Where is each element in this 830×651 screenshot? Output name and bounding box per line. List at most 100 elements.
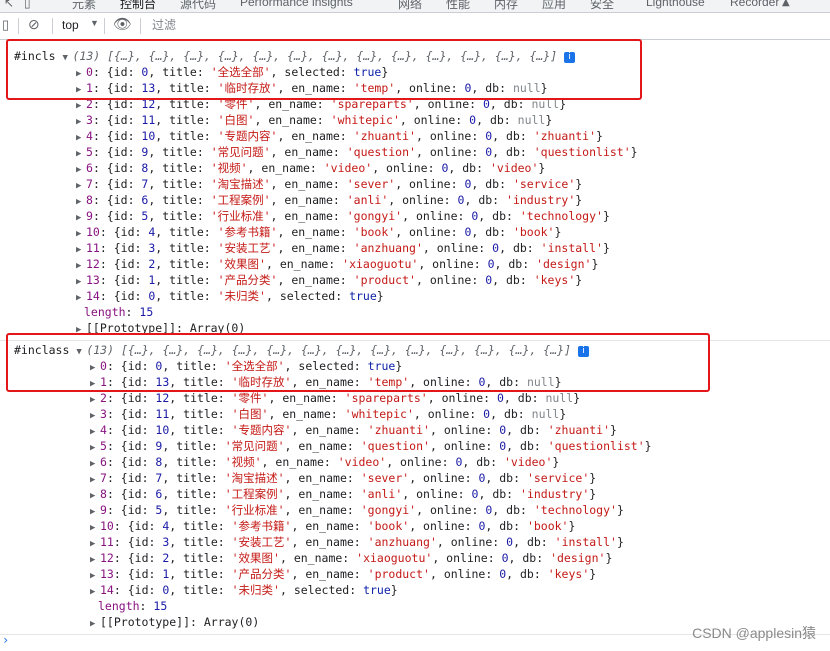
array-item-row[interactable]: ▶ 12: {id: 2, title: '效果图', en_name: 'xia… xyxy=(76,256,598,272)
highlight-box-inclass xyxy=(6,333,710,392)
array-item-row[interactable]: ▶ 9: {id: 5, title: '行业标准', en_name: 'gon… xyxy=(76,208,610,224)
value-online: 0 xyxy=(496,391,504,405)
value-online: 0 xyxy=(478,471,486,485)
prototype-row[interactable]: ▶ [[Prototype]]: Array(0) xyxy=(90,614,259,630)
array-item-row[interactable]: ▶ 5: {id: 9, title: '常见问题', en_name: 'que… xyxy=(76,144,638,160)
item-index: 5 xyxy=(86,145,93,159)
console-prompt-icon[interactable]: › xyxy=(2,633,9,647)
value-title: '常见问题' xyxy=(224,439,285,453)
value-id: 8 xyxy=(141,161,149,175)
array-item-row[interactable]: ▶ 7: {id: 7, title: '淘宝描述', en_name: 'sev… xyxy=(76,176,582,192)
value-db: 'service' xyxy=(512,177,576,191)
array-item-row[interactable]: ▶ 10: {id: 4, title: '参考书籍', en_name: 'bo… xyxy=(90,518,575,534)
array-item-row[interactable]: ▶ 9: {id: 5, title: '行业标准', en_name: 'gon… xyxy=(90,502,624,518)
array-item-row[interactable]: ▶ 11: {id: 3, title: '安装工艺', en_name: 'an… xyxy=(76,240,610,256)
sidebar-toggle-icon[interactable]: ▯ xyxy=(2,17,9,33)
value-title: '淘宝描述' xyxy=(224,471,285,485)
tab-security[interactable]: 安全 xyxy=(590,0,614,12)
item-index: 6 xyxy=(100,455,107,469)
array-item-row[interactable]: ▶ 11: {id: 3, title: '安装工艺', en_name: 'an… xyxy=(90,534,624,550)
item-index: 7 xyxy=(100,471,107,485)
value-id: 0 xyxy=(148,289,156,303)
array-length-row: length: 15 xyxy=(98,599,168,613)
array-item-row[interactable]: ▶ 13: {id: 1, title: '产品分类', en_name: 'pr… xyxy=(90,566,596,582)
chevron-down-icon[interactable]: ▼ xyxy=(90,18,99,28)
tab-performance[interactable]: 性能 xyxy=(446,0,470,12)
value-en_name: 'question' xyxy=(346,145,416,159)
array-item-row[interactable]: ▶ 4: {id: 10, title: '专题内容', en_name: 'zh… xyxy=(90,422,617,438)
tab-lighthouse[interactable]: Lighthouse xyxy=(646,0,705,9)
item-index: 11 xyxy=(86,241,100,255)
tab-network[interactable]: 网络 xyxy=(398,0,422,12)
length-value: 15 xyxy=(139,305,154,319)
collapse-triangle-icon[interactable]: ▶ xyxy=(90,616,100,632)
value-online: 0 xyxy=(485,129,493,143)
value-title: '专题内容' xyxy=(231,423,292,437)
value-title: '效果图' xyxy=(231,551,280,565)
array-item-row[interactable]: ▶ 2: {id: 12, title: '零件', en_name: 'spar… xyxy=(90,390,580,406)
value-db: 'video' xyxy=(489,161,539,175)
array-item-row[interactable]: ▶ 12: {id: 2, title: '效果图', en_name: 'xia… xyxy=(90,550,612,566)
tab-sources[interactable]: 源代码 xyxy=(180,0,216,12)
array-item-row[interactable]: ▶ 7: {id: 7, title: '淘宝描述', en_name: 'sev… xyxy=(90,470,596,486)
value-db: 'industry' xyxy=(506,193,576,207)
array-item-row[interactable]: ▶ 4: {id: 10, title: '专题内容', en_name: 'zh… xyxy=(76,128,603,144)
value-title: '零件' xyxy=(231,391,269,405)
value-db: 'install' xyxy=(540,241,603,255)
value-en_name: 'gongyi' xyxy=(360,503,417,517)
value-db: 'design' xyxy=(536,257,592,271)
value-db: 'book' xyxy=(526,519,569,533)
tab-application[interactable]: 应用 xyxy=(542,0,566,12)
toolbar-divider xyxy=(104,18,105,34)
live-expression-eye-icon[interactable]: 👁 xyxy=(113,15,132,33)
tab-performance-insights[interactable]: Performance insights xyxy=(240,0,353,9)
tab-elements[interactable]: 元素 xyxy=(72,0,96,12)
value-en_name: 'video' xyxy=(323,161,373,175)
tab-recorder[interactable]: Recorder xyxy=(730,0,779,9)
item-index: 2 xyxy=(100,391,107,405)
value-online: 0 xyxy=(464,225,472,239)
array-item-row[interactable]: ▶ 14: {id: 0, title: '未归类', selected: tru… xyxy=(90,582,398,598)
value-title: '行业标准' xyxy=(224,503,285,517)
value-en_name: 'xiaoguotu' xyxy=(356,551,433,565)
clear-console-icon[interactable]: ⊘ xyxy=(28,16,40,33)
execution-context-select[interactable]: top xyxy=(62,18,79,32)
value-online: 0 xyxy=(455,455,463,469)
array-item-row[interactable]: ▶ 6: {id: 8, title: '视频', en_name: 'video… xyxy=(90,454,559,470)
item-index: 11 xyxy=(100,535,114,549)
item-index: 7 xyxy=(86,177,93,191)
array-length-row: length: 15 xyxy=(84,305,154,319)
value-online: 0 xyxy=(487,257,495,271)
tab-console[interactable]: 控制台 xyxy=(120,0,156,12)
value-id: 4 xyxy=(162,519,170,533)
item-index: 6 xyxy=(86,161,93,175)
inspect-element-icon[interactable]: ↖ xyxy=(4,0,14,10)
item-index: 8 xyxy=(86,193,93,207)
array-item-row[interactable]: ▶ 14: {id: 0, title: '未归类', selected: tru… xyxy=(76,288,384,304)
array-item-row[interactable]: ▶ 10: {id: 4, title: '参考书籍', en_name: 'bo… xyxy=(76,224,561,240)
array-item-row[interactable]: ▶ 13: {id: 1, title: '产品分类', en_name: 'pr… xyxy=(76,272,582,288)
array-item-row[interactable]: ▶ 3: {id: 11, title: '白图', en_name: 'whit… xyxy=(76,112,552,128)
length-value: 15 xyxy=(153,599,168,613)
device-toolbar-icon[interactable]: ▯ xyxy=(24,0,31,10)
tab-memory[interactable]: 内存 xyxy=(494,0,518,12)
value-online: 0 xyxy=(478,519,486,533)
value-id: 11 xyxy=(141,113,156,127)
value-online: 0 xyxy=(471,487,479,501)
console-toolbar: ▯ ⊘ top ▼ 👁 xyxy=(0,13,830,40)
item-index: 13 xyxy=(100,567,114,581)
value-en_name: 'zhuanti' xyxy=(367,423,430,437)
array-item-row[interactable]: ▶ 3: {id: 11, title: '白图', en_name: 'whit… xyxy=(90,406,566,422)
recorder-flask-icon: ▲ xyxy=(782,0,790,8)
console-filter-input[interactable] xyxy=(146,17,718,33)
value-title: '白图' xyxy=(231,407,269,421)
array-item-row[interactable]: ▶ 5: {id: 9, title: '常见问题', en_name: 'que… xyxy=(90,438,652,454)
item-index: 12 xyxy=(100,551,114,565)
array-item-row[interactable]: ▶ 8: {id: 6, title: '工程案例', en_name: 'anl… xyxy=(76,192,582,208)
value-title: '工程案例' xyxy=(224,487,285,501)
value-db: null xyxy=(531,407,560,421)
array-item-row[interactable]: ▶ 8: {id: 6, title: '工程案例', en_name: 'anl… xyxy=(90,486,596,502)
value-online: 0 xyxy=(471,209,479,223)
array-item-row[interactable]: ▶ 6: {id: 8, title: '视频', en_name: 'video… xyxy=(76,160,545,176)
value-online: 0 xyxy=(469,113,477,127)
